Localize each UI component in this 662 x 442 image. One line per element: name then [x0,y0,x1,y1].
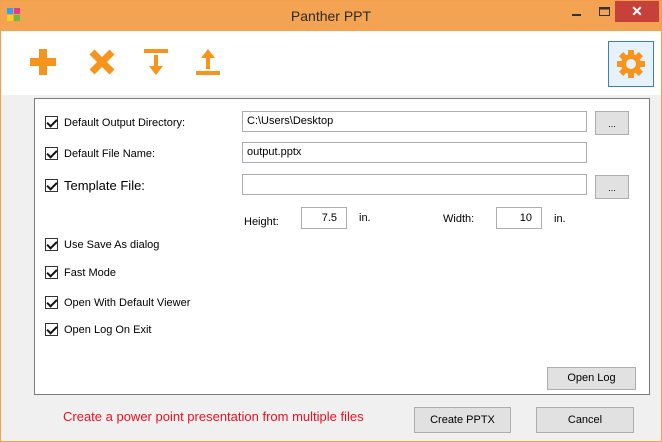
open-log-button[interactable]: Open Log [547,367,636,390]
template-file-label: Template File: [64,178,145,193]
option-fast-mode[interactable]: Fast Mode [45,266,116,279]
settings-panel: Default Output Directory: C:\Users\Deskt… [34,98,650,395]
option-open-log-on-exit[interactable]: Open Log On Exit [45,323,151,336]
height-label: Height: [244,216,279,228]
output-dir-checkbox[interactable]: Default Output Directory: [45,116,185,129]
template-file-browse-button[interactable]: ... [595,175,629,199]
remove-icon [89,49,115,75]
template-file-checkbox[interactable]: Template File: [45,178,145,193]
option-label: Open With Default Viewer [64,296,191,309]
file-name-input[interactable]: output.pptx [242,142,587,163]
file-name-checkbox[interactable]: Default File Name: [45,147,155,160]
close-icon: ✕ [631,3,643,19]
checkbox-checked-icon[interactable] [45,116,58,129]
option-label: Fast Mode [64,266,116,279]
main-window: Panther PPT ✕ Default Output Directory: … [0,0,662,442]
move-down-button[interactable] [141,47,171,77]
output-dir-input[interactable]: C:\Users\Desktop [242,111,587,132]
option-label: Use Save As dialog [64,238,160,251]
maximize-button[interactable] [591,1,618,22]
checkbox-checked-icon[interactable] [45,179,58,192]
move-up-icon [196,49,220,75]
checkbox-checked-icon[interactable] [45,296,58,309]
toolbar [1,31,661,95]
checkbox-checked-icon[interactable] [45,238,58,251]
settings-button[interactable] [608,41,654,87]
option-use-save-as[interactable]: Use Save As dialog [45,238,159,251]
output-dir-browse-button[interactable]: ... [595,111,629,135]
remove-button[interactable] [87,47,117,77]
option-open-default-viewer[interactable]: Open With Default Viewer [45,296,190,309]
checkbox-checked-icon[interactable] [45,266,58,279]
cancel-button[interactable]: Cancel [536,407,634,433]
checkbox-checked-icon[interactable] [45,147,58,160]
title-bar[interactable]: Panther PPT ✕ [1,1,661,31]
move-down-icon [144,49,168,75]
file-name-label: Default File Name: [64,147,156,160]
minimize-button[interactable] [563,1,590,22]
move-up-button[interactable] [193,47,223,77]
status-message: Create a power point presentation from m… [63,409,364,424]
height-input[interactable]: 7.5 [301,207,347,229]
template-file-input[interactable] [242,174,587,195]
option-label: Open Log On Exit [64,323,152,336]
width-label: Width: [443,213,475,225]
close-button[interactable]: ✕ [615,1,659,22]
add-button[interactable] [28,47,58,77]
window-title: Panther PPT [290,8,372,24]
output-dir-label: Default Output Directory: [64,116,186,129]
create-pptx-button[interactable]: Create PPTX [414,407,511,433]
add-icon [30,49,56,75]
width-unit: in. [554,213,566,225]
checkbox-checked-icon[interactable] [45,323,58,336]
settings-gear-icon [617,50,645,78]
width-input[interactable]: 10 [496,207,542,229]
height-unit: in. [359,212,371,224]
